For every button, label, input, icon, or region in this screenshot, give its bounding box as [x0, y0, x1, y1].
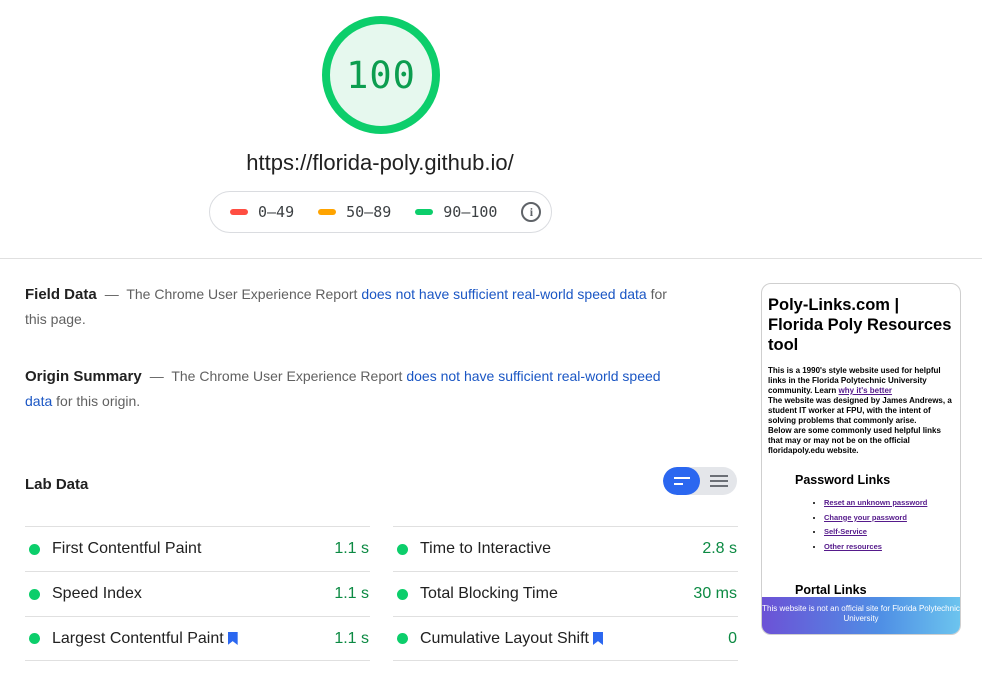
metric-label: Total Blocking Time [420, 585, 558, 602]
thumbnail-intro-link: why it's better [838, 386, 893, 395]
list-view-button[interactable] [700, 467, 737, 495]
thumbnail-banner: This website is not an official site for… [762, 597, 960, 634]
legend-swatch-average [318, 209, 337, 215]
bookmark-icon[interactable] [227, 632, 238, 645]
metric-label: Speed Index [52, 585, 142, 602]
metric-largest-contentful-paint: Largest Contentful Paint 1.1 s [25, 616, 370, 661]
field-data-dash: — [104, 286, 119, 302]
list-item: Change your password [824, 511, 954, 526]
metrics-column-right: Time to Interactive 2.8 s Total Blocking… [393, 526, 738, 661]
metric-value: 1.1 s [334, 629, 369, 647]
metric-cumulative-layout-shift: Cumulative Layout Shift 0 [393, 616, 738, 661]
legend-average: 50–89 [318, 203, 391, 221]
origin-summary-text: The Chrome User Experience Report [171, 368, 403, 384]
metric-first-contentful-paint: First Contentful Paint 1.1 s [25, 526, 370, 571]
thumbnail-link-list: Reset an unknown password Change your pa… [824, 496, 954, 554]
metric-label: Cumulative Layout Shift [420, 629, 589, 647]
thumbnail-intro: This is a 1990's style website used for … [768, 366, 954, 456]
thumbnail-next-section: Portal Links [795, 583, 867, 597]
metric-value: 2.8 s [702, 540, 737, 557]
section-divider [0, 258, 982, 259]
list-item: Reset an unknown password [824, 496, 954, 511]
lab-data-title: Lab Data [25, 476, 89, 493]
list-item: Self-Service [824, 525, 954, 540]
metrics-column-left: First Contentful Paint 1.1 s Speed Index… [25, 526, 370, 661]
pass-status-icon [29, 543, 40, 555]
origin-summary-dash: — [149, 368, 164, 384]
tested-url: https://florida-poly.github.io/ [246, 150, 514, 175]
legend-pass-label: 90–100 [443, 203, 498, 221]
metric-value: 30 ms [693, 585, 737, 602]
thumbnail-link: Change your password [824, 512, 907, 522]
thumbnail-content: Poly-Links.com | Florida Poly Resources … [762, 284, 960, 597]
info-icon[interactable]: i [521, 202, 542, 222]
legend-swatch-fail [230, 209, 248, 215]
pass-status-icon [397, 588, 408, 600]
final-screenshot-thumbnail[interactable]: Poly-Links.com | Florida Poly Resources … [761, 283, 961, 635]
metric-total-blocking-time: Total Blocking Time 30 ms [393, 571, 738, 616]
bars-icon [673, 477, 690, 485]
bookmark-icon[interactable] [592, 632, 603, 645]
metric-value: 1.1 s [334, 540, 369, 557]
metric-speed-index: Speed Index 1.1 s [25, 571, 370, 616]
legend-fail: 0–49 [230, 203, 294, 221]
thumbnail-section-title: Password Links [795, 473, 891, 487]
field-data-title: Field Data [25, 286, 97, 303]
metric-value: 1.1 s [334, 585, 369, 602]
origin-summary-text-after: for this origin. [56, 393, 141, 409]
metric-value: 0 [728, 629, 737, 647]
pass-status-icon [29, 588, 40, 600]
field-data-summary: Field Data — The Chrome User Experience R… [25, 282, 675, 332]
origin-summary-title: Origin Summary [25, 368, 142, 385]
metric-label: Time to Interactive [420, 540, 552, 557]
list-icon [709, 475, 728, 487]
metric-time-to-interactive: Time to Interactive 2.8 s [393, 526, 738, 571]
metric-label: Largest Contentful Paint [52, 629, 224, 647]
origin-summary: Origin Summary — The Chrome User Experien… [25, 364, 675, 414]
list-item: Other resources [824, 540, 954, 555]
legend-average-label: 50–89 [346, 203, 392, 221]
field-data-text: The Chrome User Experience Report [126, 286, 358, 302]
metric-view-toggle[interactable] [663, 467, 737, 495]
thumbnail-link: Reset an unknown password [824, 498, 928, 507]
pass-status-icon [397, 633, 408, 644]
legend-swatch-pass [415, 209, 434, 215]
performance-score-gauge: 100 [321, 15, 441, 135]
legend-fail-label: 0–49 [258, 203, 295, 221]
thumbnail-intro-2: The website was designed by James Andrew… [768, 396, 952, 425]
thumbnail-intro-3: Below are some commonly used helpful lin… [768, 426, 941, 455]
pass-status-icon [29, 633, 40, 644]
thumbnail-link: Other resources [824, 541, 882, 551]
field-data-link[interactable]: does not have sufficient real-world spee… [361, 286, 646, 302]
metric-label: First Contentful Paint [52, 540, 202, 557]
legend-pass: 90–100 [415, 203, 497, 221]
bars-view-button[interactable] [663, 467, 700, 495]
score-legend: 0–49 50–89 90–100 i [209, 191, 552, 233]
performance-score-value: 100 [346, 53, 416, 97]
thumbnail-link: Self-Service [824, 527, 867, 536]
pass-status-icon [397, 543, 408, 555]
thumbnail-heading: Poly-Links.com | Florida Poly Resources … [768, 296, 952, 354]
